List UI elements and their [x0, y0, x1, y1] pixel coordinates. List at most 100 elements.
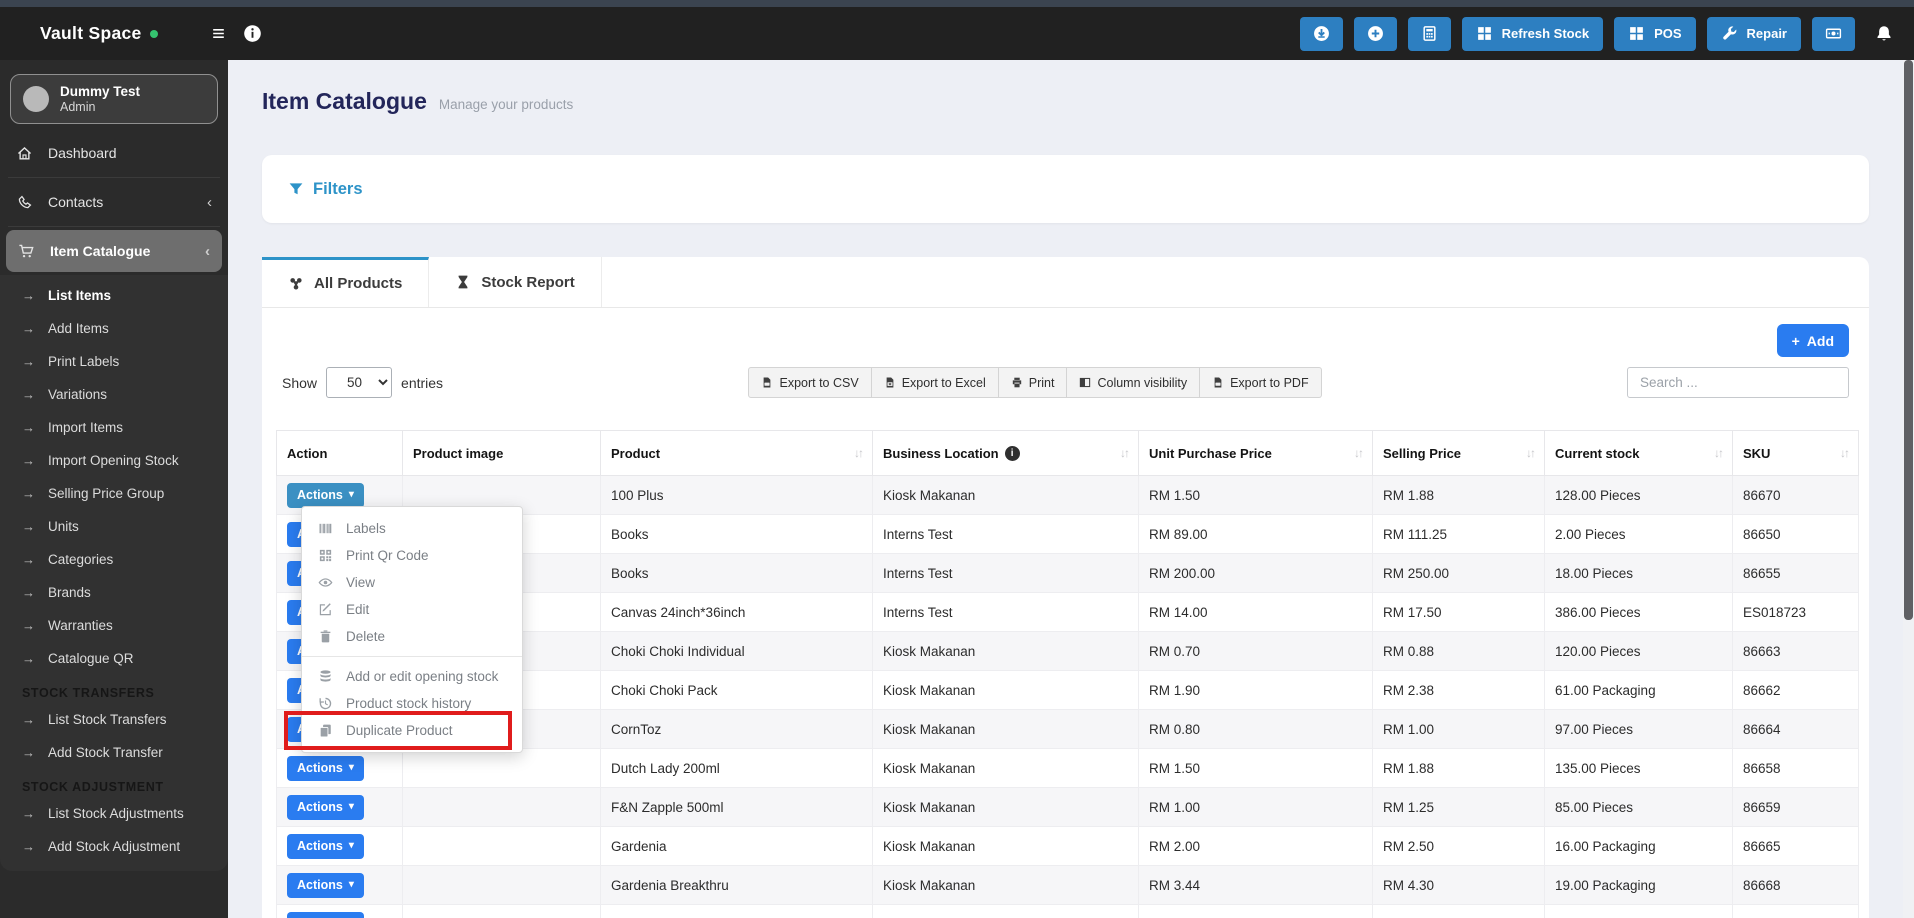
current-stock-cell: 386.00 Pieces [1544, 592, 1733, 632]
database-icon [318, 669, 333, 684]
menu-item-print-qr-code[interactable]: Print Qr Code [302, 542, 522, 569]
current-stock-cell: 19.00 Packaging [1544, 865, 1733, 905]
column-header-business-location[interactable]: Business Location i ↓↑ [872, 430, 1139, 476]
filters-panel[interactable]: Filters [262, 155, 1869, 223]
column-header-selling-price[interactable]: Selling Price ↓↑ [1372, 430, 1545, 476]
caret-down-icon: ▾ [348, 879, 354, 890]
menu-item-product-stock-history[interactable]: Product stock history [302, 690, 522, 717]
tab-all-products[interactable]: All Products [262, 257, 430, 307]
actions-button[interactable]: Actions ▾ [287, 755, 364, 781]
sku-cell: 86659 [1732, 787, 1859, 827]
sidebar-item-catalogue-qr[interactable]: → Catalogue QR [0, 642, 228, 675]
export-to-pdf-button[interactable]: Export to PDF [1200, 367, 1322, 398]
caret-down-icon: ▾ [348, 489, 354, 500]
column-header-sku[interactable]: SKU ↓↑ [1732, 430, 1859, 476]
funnel-icon [288, 181, 304, 197]
scrollbar-thumb[interactable] [1904, 60, 1913, 620]
product-cell: Gardenia Butterscotch [600, 904, 873, 918]
arrow-right-icon: → [22, 519, 35, 534]
tab-stock-report[interactable]: Stock Report [429, 257, 602, 307]
product-cell: F&N Zapple 500ml [600, 787, 873, 827]
info-icon[interactable] [243, 24, 262, 43]
export-to-csv-button[interactable]: Export to CSV [748, 367, 872, 398]
column-header-current-stock[interactable]: Current stock ↓↑ [1544, 430, 1733, 476]
column-header-product-image[interactable]: Product image [402, 430, 601, 476]
column-header-product[interactable]: Product ↓↑ [600, 430, 873, 476]
search-input[interactable] [1627, 367, 1849, 398]
brand-logo[interactable]: Vault Space [40, 23, 158, 44]
actions-button[interactable]: Actions ▾ [287, 482, 364, 508]
selling-price-cell: RM 1.25 [1372, 787, 1545, 827]
actions-button[interactable]: Actions ▾ [287, 833, 364, 859]
menu-item-edit[interactable]: Edit [302, 596, 522, 623]
menu-item-view[interactable]: View [302, 569, 522, 596]
cash-register-button[interactable] [1812, 16, 1855, 51]
sidebar-item-add-items[interactable]: → Add Items [0, 312, 228, 345]
sidebar-item-brands[interactable]: → Brands [0, 576, 228, 609]
info-icon[interactable]: i [1004, 445, 1020, 461]
location-cell: Kiosk Makanan [872, 787, 1139, 827]
product-cell: Gardenia [600, 826, 873, 866]
sidebar-item-item-catalogue[interactable]: Item Catalogue ‹ [6, 230, 222, 272]
sidebar-item-print-labels[interactable]: → Print Labels [0, 345, 228, 378]
page-size-select[interactable]: 50 [326, 367, 393, 398]
selling-price-cell: RM 250.00 [1372, 553, 1545, 593]
quick-add-button[interactable] [1353, 16, 1397, 51]
product-cell: Choki Choki Individual [600, 631, 873, 671]
action-cell: Actions ▾ [276, 787, 403, 827]
actions-button[interactable]: Actions ▾ [287, 872, 364, 898]
pos-button[interactable]: POS [1614, 16, 1696, 51]
actions-button[interactable]: Actions ▾ [287, 911, 364, 918]
sidebar-item-units[interactable]: → Units [0, 510, 228, 543]
refresh-stock-button[interactable]: Refresh Stock [1461, 16, 1604, 51]
sidebar-item-add-stock-adjustment[interactable]: → Add Stock Adjustment [0, 830, 228, 863]
menu-item-add-or-edit-opening-stock[interactable]: Add or edit opening stock [302, 663, 522, 690]
column-header-action[interactable]: Action [276, 430, 403, 476]
user-name: Dummy Test [60, 84, 141, 99]
user-card[interactable]: Dummy Test Admin [10, 74, 218, 124]
sidebar-item-categories[interactable]: → Categories [0, 543, 228, 576]
bell-icon[interactable] [1874, 24, 1894, 44]
arrow-right-icon: → [22, 288, 35, 303]
sidebar-item-list-items[interactable]: → List Items [0, 279, 228, 312]
tab-bar: All Products Stock Report [262, 257, 1869, 308]
sidebar-item-warranties[interactable]: → Warranties [0, 609, 228, 642]
sidebar-item-list-stock-adjustments[interactable]: → List Stock Adjustments [0, 797, 228, 830]
print-button[interactable]: Print [998, 367, 1068, 398]
sidebar-item-contacts[interactable]: Contacts ‹ [0, 181, 228, 223]
export-to-excel-button[interactable]: Export to Excel [871, 367, 999, 398]
page-scrollbar[interactable] [1903, 60, 1914, 918]
actions-button[interactable]: Actions ▾ [287, 794, 364, 820]
product-image-cell [402, 904, 601, 918]
selling-price-cell: RM 4.30 [1372, 865, 1545, 905]
location-cell: Interns Test [872, 553, 1139, 593]
file-pdf-icon [1212, 376, 1224, 389]
repair-button[interactable]: Repair [1706, 16, 1801, 51]
file-excel-icon [884, 376, 896, 389]
sidebar-item-variations[interactable]: → Variations [0, 378, 228, 411]
column-header-unit-purchase-price[interactable]: Unit Purchase Price ↓↑ [1138, 430, 1373, 476]
column-visibility-button[interactable]: Column visibility [1067, 367, 1201, 398]
menu-item-labels[interactable]: Labels [302, 515, 522, 542]
purchase-price-cell: RM 3.44 [1138, 865, 1373, 905]
caret-down-icon: ▾ [348, 840, 354, 851]
menu-item-duplicate-product[interactable]: Duplicate Product [284, 711, 522, 750]
add-button[interactable]: + Add [1776, 324, 1849, 357]
purchase-price-cell: RM 14.00 [1138, 592, 1373, 632]
plus-circle-icon [1367, 25, 1384, 42]
hamburger-icon[interactable] [210, 25, 227, 42]
calculator-button[interactable] [1407, 16, 1451, 51]
sidebar-item-selling-price-group[interactable]: → Selling Price Group [0, 477, 228, 510]
sidebar-item-list-stock-transfers[interactable]: → List Stock Transfers [0, 703, 228, 736]
sidebar-item-add-stock-transfer[interactable]: → Add Stock Transfer [0, 736, 228, 769]
menu-item-delete[interactable]: Delete [302, 623, 522, 650]
sidebar-item-dashboard[interactable]: Dashboard [0, 132, 228, 174]
arrow-right-icon: → [22, 712, 35, 727]
sidebar-item-import-opening-stock[interactable]: → Import Opening Stock [0, 444, 228, 477]
sku-cell: 86650 [1732, 514, 1859, 554]
sku-cell: 86655 [1732, 553, 1859, 593]
download-button[interactable] [1299, 16, 1343, 51]
sidebar-item-import-items[interactable]: → Import Items [0, 411, 228, 444]
cart-icon [18, 243, 35, 260]
filters-label: Filters [313, 179, 363, 198]
